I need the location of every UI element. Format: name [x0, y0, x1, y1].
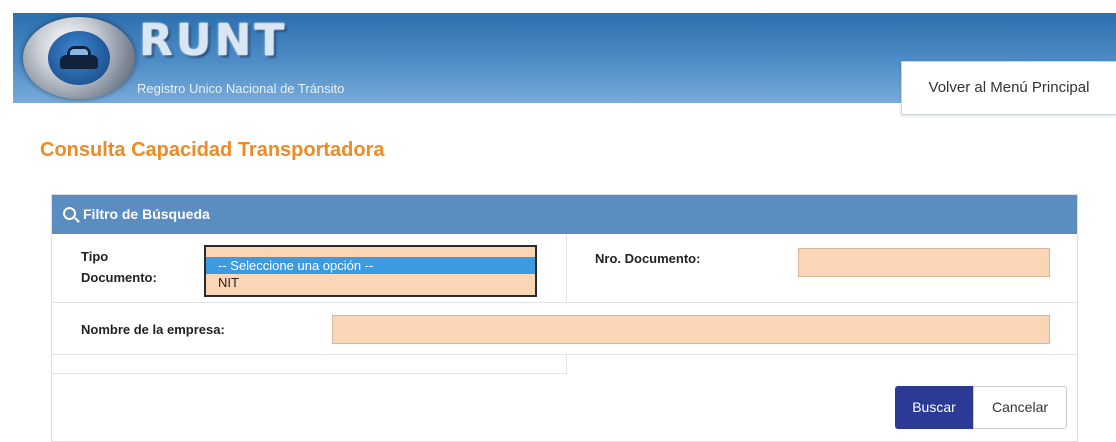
logo-subtitle: Registro Unico Nacional de Tránsito [137, 81, 345, 96]
search-icon [63, 207, 76, 220]
logo-badge [48, 31, 110, 85]
tipo-documento-select[interactable]: -- Seleccione una opción -- NIT [204, 245, 537, 297]
nro-documento-field[interactable] [798, 248, 1050, 277]
logo-title: RUNT [139, 15, 288, 66]
cancel-button[interactable]: Cancelar [973, 386, 1067, 429]
select-option-placeholder[interactable]: -- Seleccione una opción -- [206, 257, 535, 274]
page-title: Consulta Capacidad Transportadora [40, 139, 385, 161]
search-filter-panel: Filtro de Búsqueda Tipo Documento: -- Se… [51, 194, 1078, 442]
nombre-empresa-label: Nombre de la empresa: [81, 322, 225, 337]
row-divider [52, 354, 1077, 355]
tipo-documento-label-line1: Tipo [81, 249, 109, 264]
panel-title: Filtro de Búsqueda [83, 206, 210, 222]
panel-header: Filtro de Búsqueda [52, 195, 1077, 234]
car-icon [60, 55, 98, 69]
row-divider [52, 302, 1077, 303]
nombre-empresa-field[interactable] [332, 315, 1050, 344]
row-divider [52, 373, 567, 374]
runt-logo-icon [23, 17, 135, 99]
tipo-documento-label-line2: Documento: [81, 270, 157, 285]
nro-documento-label: Nro. Documento: [595, 251, 701, 266]
page-left-margin [0, 0, 13, 441]
column-divider [566, 234, 567, 302]
select-option-nit[interactable]: NIT [206, 274, 535, 291]
column-divider [566, 354, 567, 373]
back-to-main-menu-button[interactable]: Volver al Menú Principal [901, 61, 1116, 115]
search-button[interactable]: Buscar [895, 386, 973, 429]
